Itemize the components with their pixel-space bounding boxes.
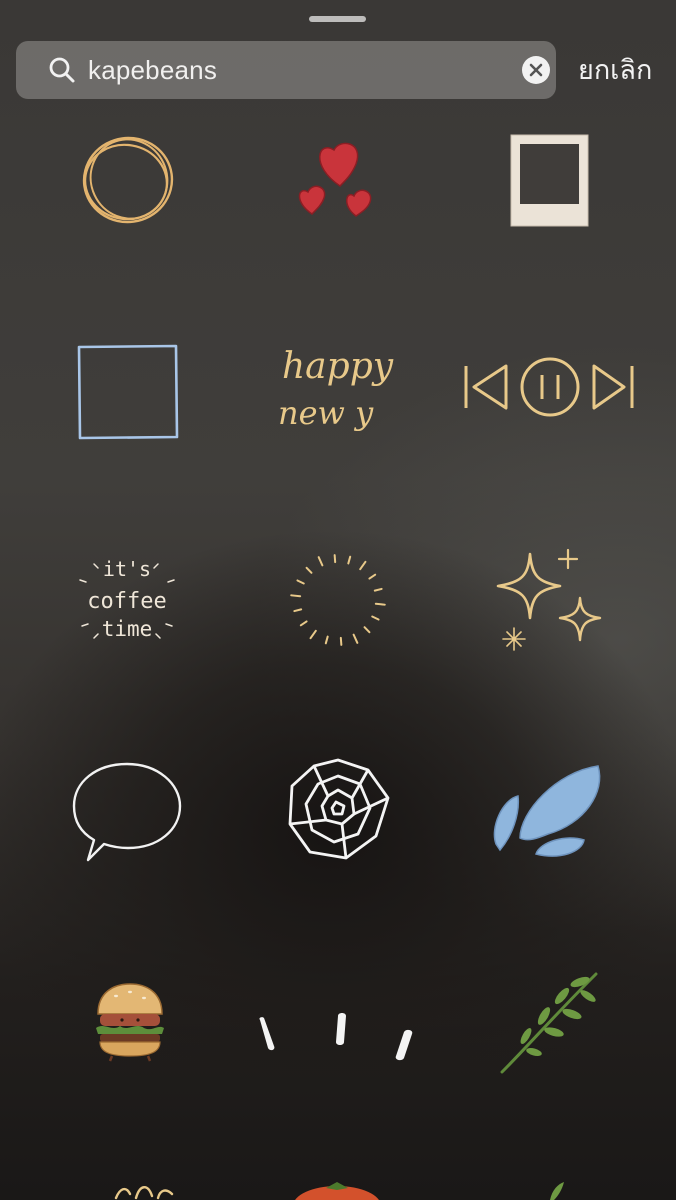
sticker-media-controls[interactable] — [462, 356, 636, 420]
sticker-water-drops[interactable] — [490, 762, 606, 862]
sticker-partial-gold-doodle[interactable] — [112, 1180, 182, 1200]
sticker-partial-green-leaf[interactable] — [536, 1180, 576, 1200]
search-icon — [48, 56, 76, 84]
search-bar[interactable]: kapebeans — [16, 41, 556, 99]
green-leaf-icon — [550, 1182, 564, 1200]
sticker-speech-bubble[interactable] — [70, 760, 184, 864]
svg-text:happy: happy — [282, 346, 394, 387]
media-controls-icon — [464, 357, 634, 417]
sticker-happy-new-year[interactable]: happy new y — [276, 334, 398, 446]
tomato-icon — [295, 1182, 379, 1200]
sheet-grabber-handle[interactable] — [309, 16, 366, 22]
sticker-leaf-branch[interactable] — [496, 968, 604, 1078]
leaf-branch-icon — [500, 972, 598, 1074]
gold-doodle-icon — [114, 1186, 174, 1200]
sticker-three-dashes[interactable] — [252, 1010, 416, 1068]
sticker-polaroid-frame[interactable] — [510, 134, 590, 228]
speech-bubble-icon — [72, 762, 182, 862]
sticker-scribble-circle[interactable] — [76, 130, 180, 230]
dashed-ring-icon — [290, 554, 386, 646]
sticker-partial-tomato[interactable] — [290, 1180, 384, 1200]
svg-text:new y: new y — [278, 394, 374, 432]
sticker-sparkles[interactable] — [494, 546, 606, 658]
coffee-time-lettering: it's coffee time — [79, 557, 175, 641]
emphasis-dashes-icon — [259, 1013, 413, 1061]
sticker-rose[interactable] — [284, 756, 392, 862]
hearts-icon — [298, 142, 372, 217]
close-icon — [529, 63, 543, 77]
search-input[interactable]: kapebeans — [88, 41, 508, 99]
water-drops-icon — [493, 765, 601, 857]
burger-icon — [96, 983, 164, 1062]
sticker-dashed-ring[interactable] — [288, 550, 388, 650]
sticker-burger[interactable] — [90, 980, 170, 1062]
sticker-hearts[interactable] — [290, 136, 382, 220]
clear-search-button[interactable] — [522, 56, 550, 84]
rose-icon — [288, 758, 390, 860]
svg-text:coffee: coffee — [87, 589, 166, 614]
polaroid-frame-icon — [510, 134, 589, 227]
sparkles-icon — [496, 548, 602, 651]
cancel-button[interactable]: ยกเลิก — [578, 52, 652, 88]
sticker-blue-square[interactable] — [76, 344, 180, 440]
sticker-coffee-time[interactable]: it's coffee time — [70, 554, 184, 646]
square-frame-icon — [77, 344, 179, 440]
svg-text:it's: it's — [103, 557, 151, 581]
happy-new-year-lettering: happy new y — [278, 346, 394, 432]
scribble-circle-icon — [82, 136, 174, 224]
svg-text:time: time — [102, 617, 153, 641]
